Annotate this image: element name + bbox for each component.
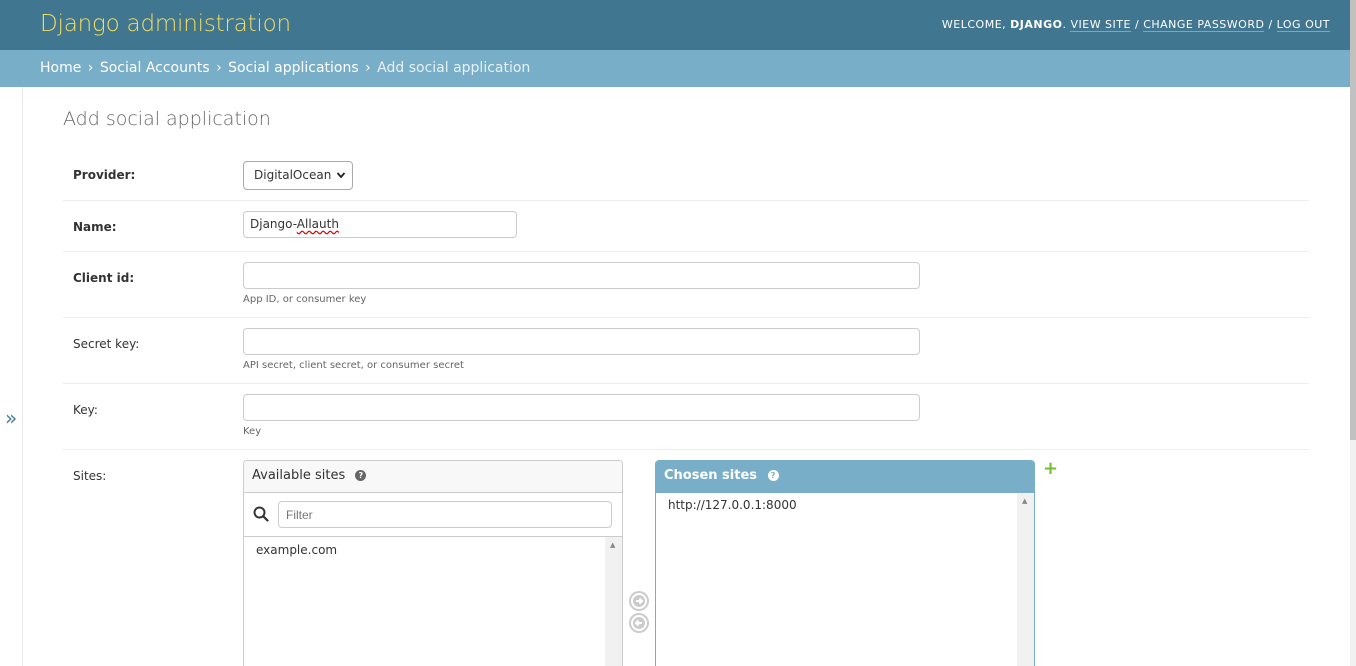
list-scrollbar[interactable]: ▲ xyxy=(605,537,622,666)
welcome-text: Welcome, xyxy=(941,18,1007,31)
list-item[interactable]: http://127.0.0.1:8000 xyxy=(656,496,1034,514)
list-scrollbar[interactable]: ▲ xyxy=(1017,493,1034,666)
change-password-link[interactable]: Change password xyxy=(1143,18,1265,32)
key-label: Key: xyxy=(73,403,98,417)
help-icon[interactable]: ? xyxy=(767,470,779,481)
secret-key-label: Secret key: xyxy=(73,337,140,351)
name-value-part: Django- xyxy=(250,217,297,231)
secret-key-input[interactable] xyxy=(243,328,920,355)
breadcrumb: Home › Social Accounts › Social applicat… xyxy=(0,50,1350,87)
breadcrumb-separator: › xyxy=(87,60,94,76)
sites-label: Sites: xyxy=(73,469,107,483)
scrollbar-thumb[interactable] xyxy=(1350,0,1356,440)
breadcrumb-home[interactable]: Home xyxy=(40,60,81,76)
key-input[interactable] xyxy=(243,394,920,421)
filter-input[interactable] xyxy=(278,501,612,528)
provider-selected-value: DigitalOcean xyxy=(254,168,332,182)
form-row-key: Key: Key xyxy=(63,384,1309,450)
client-id-label: Client id: xyxy=(73,271,135,285)
view-site-link[interactable]: View site xyxy=(1070,18,1131,32)
remove-arrow-icon[interactable] xyxy=(629,613,649,633)
chevron-down-icon xyxy=(336,162,346,200)
breadcrumb-separator: › xyxy=(365,60,371,76)
name-input[interactable]: Django-Allauth xyxy=(243,211,517,238)
form-row-client-id: Client id: App ID, or consumer key xyxy=(63,252,1309,318)
available-sites-list[interactable]: example.com ▲ xyxy=(244,537,622,666)
social-app-form: Provider: DigitalOcean Name: Django-Alla… xyxy=(63,151,1309,666)
chosen-sites-title: Chosen sites xyxy=(664,468,758,483)
form-row-name: Name: Django-Allauth xyxy=(63,201,1309,252)
secret-key-help: API secret, client secret, or consumer s… xyxy=(243,360,464,371)
chosen-sites-box: Chosen sites ? http://127.0.0.1:8000 ▲ xyxy=(655,460,1035,666)
breadcrumb-model[interactable]: Social applications xyxy=(228,60,358,76)
choose-arrow-icon[interactable] xyxy=(629,591,649,611)
sidebar-toggle-icon[interactable]: » xyxy=(5,406,17,430)
breadcrumb-current: Add social application xyxy=(377,60,531,76)
scroll-up-icon[interactable]: ▲ xyxy=(1022,497,1027,505)
key-help: Key xyxy=(243,426,262,437)
log-out-link[interactable]: Log out xyxy=(1276,18,1330,32)
chosen-sites-header: Chosen sites ? xyxy=(656,461,1034,493)
client-id-help: App ID, or consumer key xyxy=(243,294,367,305)
name-label: Name: xyxy=(73,220,117,234)
separator: / xyxy=(1134,18,1140,31)
page-title: Add social application xyxy=(63,108,271,130)
add-site-icon[interactable]: + xyxy=(1043,460,1058,478)
client-id-input[interactable] xyxy=(243,262,920,289)
separator: / xyxy=(1268,18,1273,31)
filter-row xyxy=(244,493,622,537)
admin-header: Django administration Welcome, Django. V… xyxy=(0,0,1350,50)
scroll-up-icon[interactable]: ▲ xyxy=(610,541,615,549)
breadcrumb-app[interactable]: Social Accounts xyxy=(100,60,210,76)
name-value-misspelled: Allauth xyxy=(296,217,339,231)
nav-sidebar: » xyxy=(0,87,23,666)
username: Django xyxy=(1010,18,1063,31)
search-icon xyxy=(253,506,269,522)
form-row-provider: Provider: DigitalOcean xyxy=(63,151,1309,201)
form-row-sites: Sites: Available sites ? example.com xyxy=(63,450,1309,666)
provider-label: Provider: xyxy=(73,168,136,182)
page-scrollbar[interactable] xyxy=(1350,0,1356,666)
main-content: Add social application Provider: Digital… xyxy=(63,87,1309,666)
list-item[interactable]: example.com xyxy=(244,541,622,559)
form-row-secret-key: Secret key: API secret, client secret, o… xyxy=(63,318,1309,384)
available-sites-title: Available sites xyxy=(252,468,346,483)
available-sites-header: Available sites ? xyxy=(244,461,622,493)
user-tools: Welcome, Django. View site / Change pass… xyxy=(941,18,1330,32)
site-branding[interactable]: Django administration xyxy=(40,11,291,37)
provider-select[interactable]: DigitalOcean xyxy=(243,161,353,190)
help-icon[interactable]: ? xyxy=(355,470,367,481)
breadcrumb-separator: › xyxy=(216,60,222,76)
chosen-sites-list[interactable]: http://127.0.0.1:8000 ▲ xyxy=(656,493,1034,666)
available-sites-box: Available sites ? example.com ▲ xyxy=(243,460,623,666)
